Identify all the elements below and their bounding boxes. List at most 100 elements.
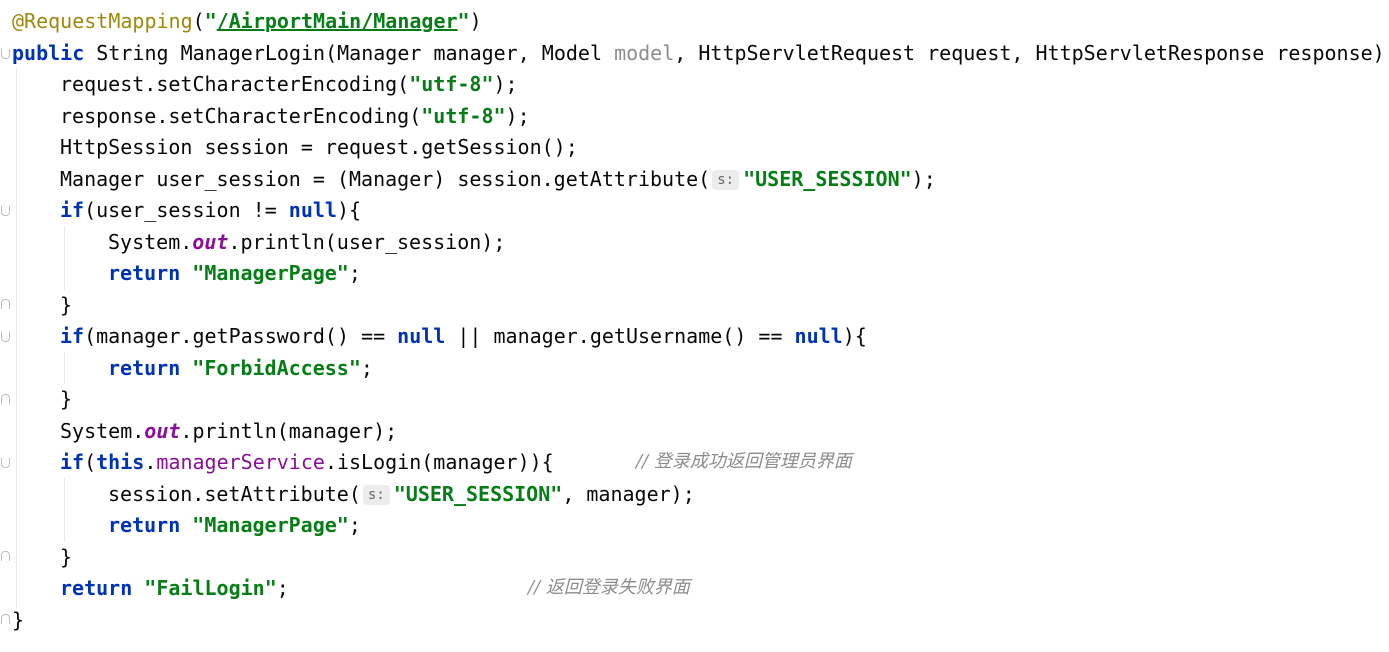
code-text: } — [60, 545, 73, 569]
code-line-19[interactable]: return "FailLogin"; — [60, 572, 289, 604]
fold-end-marker-icon[interactable] — [1, 551, 10, 561]
code-line-7[interactable]: if(user_session != null){ — [60, 194, 361, 226]
code-text: String ManagerLogin(Manager manager, Mod… — [84, 41, 615, 65]
code-text: ); — [493, 72, 518, 96]
fold-marker-icon[interactable] — [1, 206, 10, 216]
string-literal: "utf-8" — [421, 104, 506, 128]
code-line-8[interactable]: System.out.println(user_session); — [108, 226, 505, 258]
code-text: , HttpServletRequest request, HttpServle… — [674, 41, 1385, 65]
code-text: request.setCharacterEncoding( — [60, 72, 410, 96]
keyword-token: return — [60, 576, 133, 600]
code-text: ); — [505, 104, 530, 128]
static-field: out — [192, 230, 229, 254]
code-line-3[interactable]: request.setCharacterEncoding("utf-8"); — [60, 68, 518, 100]
code-text: } — [60, 387, 73, 411]
code-text: System. — [108, 230, 193, 254]
string-quote: " — [204, 9, 217, 33]
string-literal: "ForbidAccess" — [192, 356, 361, 380]
code-text: || manager.getUsername() == — [445, 324, 795, 348]
code-text: . — [144, 450, 157, 474]
code-text: (user_session != — [84, 198, 289, 222]
code-text: ( — [192, 9, 205, 33]
code-text: } — [12, 608, 25, 632]
keyword-token: this — [96, 450, 145, 474]
keyword-token: return — [108, 513, 181, 537]
fold-marker-icon[interactable] — [1, 332, 10, 342]
annotation-token: @RequestMapping — [12, 9, 193, 33]
code-comment: // 登录成功返回管理员界面 — [636, 451, 852, 472]
keyword-token: null — [794, 324, 843, 348]
indent-guide — [64, 478, 65, 542]
code-line-20[interactable]: } — [12, 604, 24, 636]
code-line-17[interactable]: return "ManagerPage"; — [108, 509, 361, 541]
parameter-hint: s: — [362, 485, 390, 505]
keyword-token: public — [12, 41, 85, 65]
code-line-6[interactable]: Manager user_session = (Manager) session… — [60, 163, 936, 195]
string-literal: "ManagerPage" — [192, 513, 349, 537]
code-line-2[interactable]: public String ManagerLogin(Manager manag… — [12, 37, 1385, 69]
keyword-token: return — [108, 261, 181, 285]
code-text: .println(user_session); — [228, 230, 506, 254]
code-text: (manager.getPassword() == — [84, 324, 398, 348]
indent-guide — [16, 68, 17, 608]
fold-marker-icon[interactable] — [1, 49, 10, 59]
string-literal: "ManagerPage" — [192, 261, 349, 285]
code-text: ){ — [842, 324, 867, 348]
keyword-token: if — [60, 450, 85, 474]
code-text: ) — [469, 9, 482, 33]
keyword-token: null — [397, 324, 446, 348]
code-line-11[interactable]: if(manager.getPassword() == null || mana… — [60, 320, 867, 352]
fold-end-marker-icon[interactable] — [1, 394, 10, 404]
code-editor[interactable]: @RequestMapping("/AirportMain/Manager") … — [0, 0, 1389, 652]
code-comment: // 返回登录失败界面 — [528, 577, 690, 598]
fold-end-marker-icon[interactable] — [1, 299, 10, 309]
code-text: ){ — [336, 198, 362, 222]
string-literal: "USER_SESSION" — [393, 482, 563, 506]
fold-marker-icon[interactable] — [1, 458, 10, 468]
code-line-4[interactable]: response.setCharacterEncoding("utf-8"); — [60, 100, 530, 132]
code-text: ; — [360, 356, 373, 380]
code-line-10[interactable]: } — [60, 289, 72, 321]
parameter-hint: s: — [712, 170, 740, 190]
code-text: .isLogin(manager)){ — [324, 450, 554, 474]
request-path-link[interactable]: /AirportMain/Manager — [217, 9, 458, 33]
code-text: HttpSession session = request.getSession… — [60, 135, 578, 159]
indent-guide — [64, 352, 65, 384]
code-text: response.setCharacterEncoding( — [60, 104, 422, 128]
member-field: managerService — [156, 450, 325, 474]
code-line-13[interactable]: } — [60, 383, 72, 415]
code-line-15[interactable]: if(this.managerService.isLogin(manager))… — [60, 446, 554, 478]
code-text: .println(manager); — [180, 419, 398, 443]
code-text: ; — [348, 513, 361, 537]
code-line-5[interactable]: HttpSession session = request.getSession… — [60, 131, 578, 163]
code-line-1[interactable]: @RequestMapping("/AirportMain/Manager") — [12, 5, 482, 37]
code-text: session.setAttribute( — [108, 482, 361, 506]
indent-guide — [64, 226, 65, 290]
code-line-16[interactable]: session.setAttribute(s: "USER_SESSION", m… — [108, 478, 695, 510]
static-field: out — [144, 419, 181, 443]
code-line-18[interactable]: } — [60, 541, 72, 573]
code-text: , manager); — [562, 482, 695, 506]
keyword-token: return — [108, 356, 181, 380]
code-text: ; — [276, 576, 289, 600]
code-text: ); — [911, 167, 936, 191]
string-quote: " — [457, 9, 470, 33]
code-text: } — [60, 293, 73, 317]
code-text: System. — [60, 419, 145, 443]
fold-end-marker-icon[interactable] — [1, 614, 10, 624]
keyword-token: if — [60, 198, 85, 222]
code-text: Manager user_session = (Manager) session… — [60, 167, 711, 191]
keyword-token: null — [288, 198, 337, 222]
string-literal: "FailLogin" — [144, 576, 277, 600]
code-line-9[interactable]: return "ManagerPage"; — [108, 257, 361, 289]
keyword-token: if — [60, 324, 85, 348]
code-text: ( — [84, 450, 97, 474]
string-literal: "utf-8" — [409, 72, 494, 96]
code-line-14[interactable]: System.out.println(manager); — [60, 415, 397, 447]
code-line-12[interactable]: return "ForbidAccess"; — [108, 352, 373, 384]
code-text: ; — [348, 261, 361, 285]
